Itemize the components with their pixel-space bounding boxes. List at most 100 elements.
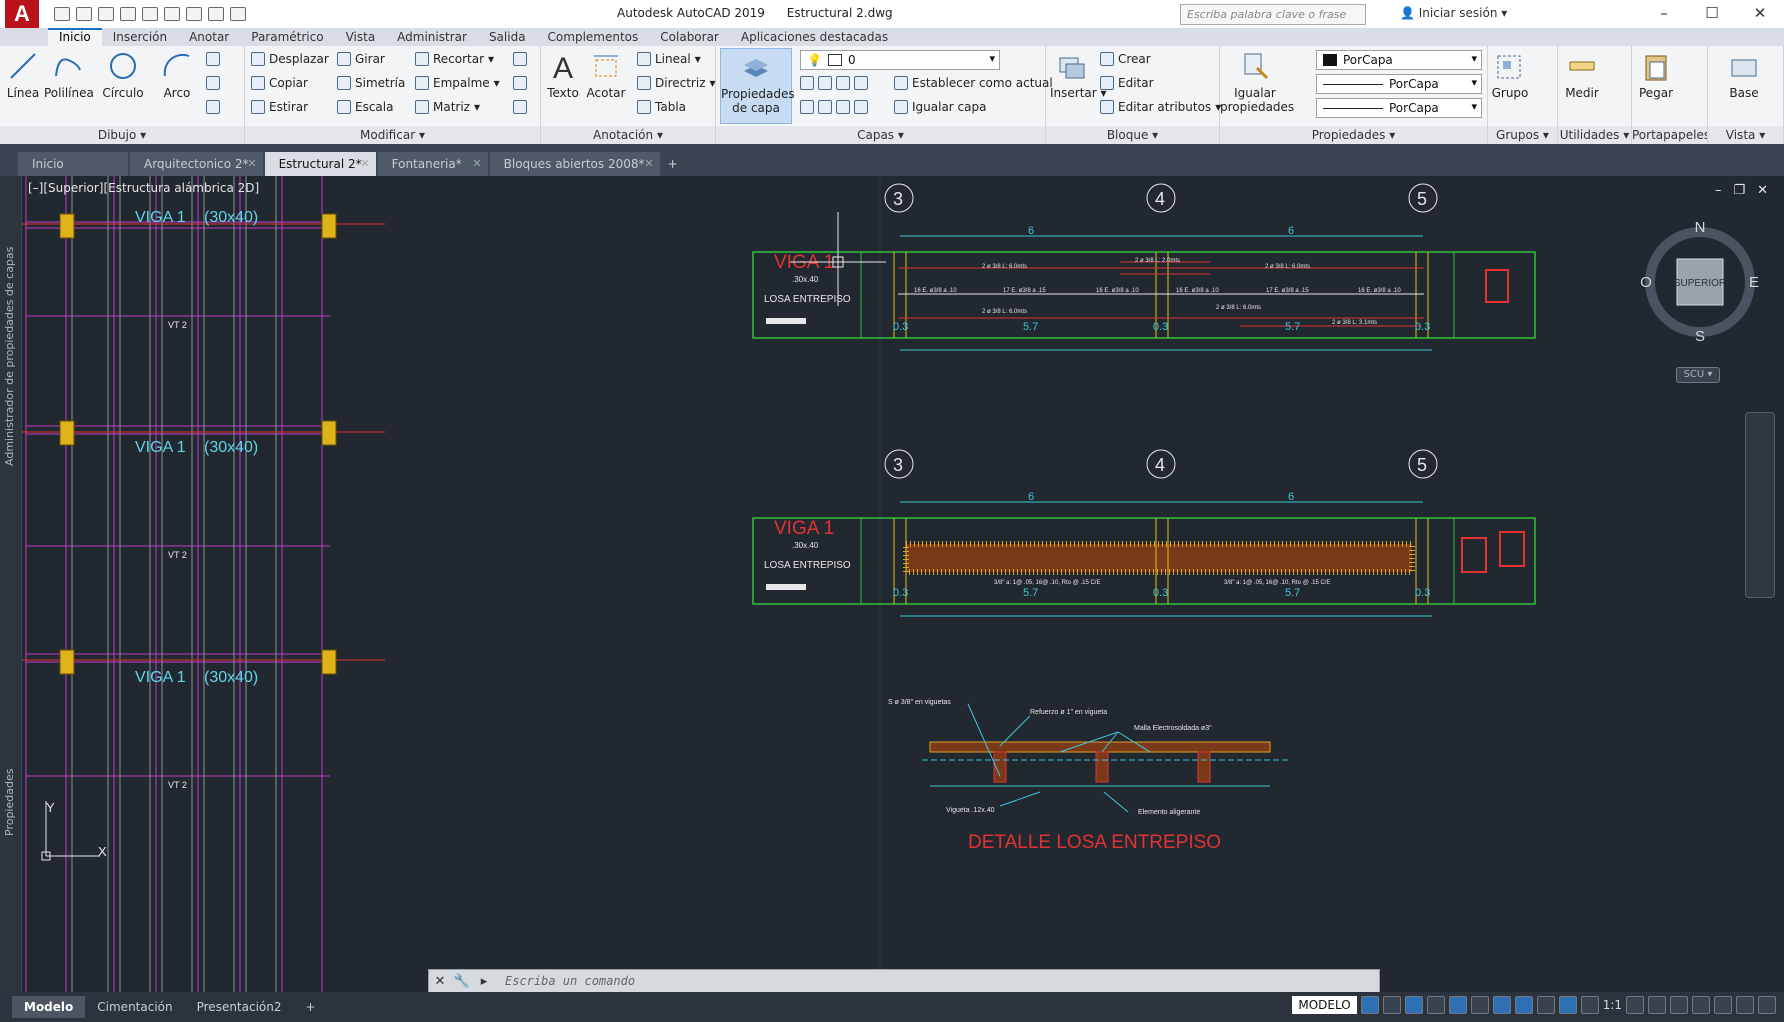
lineweight-icon[interactable] (1536, 996, 1555, 1014)
leader-button[interactable]: Directriz ▾ (637, 76, 716, 90)
close-tab-icon[interactable]: ✕ (247, 152, 256, 176)
create-block-button[interactable]: Crear (1100, 52, 1151, 66)
file-tab-fontaneria[interactable]: Fontaneria* ✕ (377, 152, 488, 176)
fillet-button[interactable]: Empalme ▾ (415, 76, 500, 90)
move-button[interactable]: Desplazar (251, 52, 329, 66)
close-tab-icon[interactable]: ✕ (360, 152, 369, 176)
polyline-button[interactable]: Polilínea (44, 50, 94, 100)
viewport-close-button[interactable]: ✕ (1757, 183, 1768, 198)
grid-icon[interactable] (1360, 996, 1379, 1014)
scale-button[interactable]: Escala (337, 100, 393, 114)
layer-properties-button[interactable]: Propiedades de capa (720, 48, 795, 124)
autocad-logo-icon[interactable]: A (5, 0, 39, 28)
ellipse-button[interactable] (206, 76, 220, 90)
close-command-line-icon[interactable]: ✕ (429, 974, 451, 989)
new-tab-button[interactable]: + (661, 152, 688, 176)
group-button[interactable]: Grupo (1490, 50, 1530, 100)
navigation-bar[interactable] (1745, 412, 1775, 598)
compass-west[interactable]: O (1640, 274, 1652, 291)
open-file-icon[interactable] (76, 7, 92, 21)
plot-icon[interactable] (186, 7, 202, 21)
viewport-restore-button[interactable]: ❐ (1733, 183, 1745, 198)
text-button[interactable]: A Texto (545, 50, 581, 100)
arc-button[interactable]: Arco (158, 50, 196, 100)
table-button[interactable]: Tabla (637, 100, 686, 114)
layer-tools-row1[interactable] (800, 76, 868, 90)
clean-screen-icon[interactable] (1736, 996, 1754, 1014)
base-view-button[interactable]: Base (1724, 50, 1764, 100)
layer-tools-row2[interactable] (800, 100, 868, 114)
save-icon[interactable] (98, 7, 114, 21)
polar-tracking-icon[interactable] (1448, 996, 1467, 1014)
sign-in-button[interactable]: 👤 Iniciar sesión ▾ (1400, 6, 1507, 20)
ortho-icon[interactable] (1426, 996, 1445, 1014)
layout-tab-cimentacion[interactable]: Cimentación (85, 996, 184, 1018)
tab-vista[interactable]: Vista (335, 28, 387, 46)
command-line[interactable]: ✕ 🔧 ▸ Escriba un comando (428, 969, 1380, 993)
tab-anotar[interactable]: Anotar (178, 28, 240, 46)
set-current-button[interactable]: Establecer como actual (894, 76, 1053, 90)
file-tab-arquitectonico[interactable]: Arquitectonico 2* ✕ (130, 152, 263, 176)
panel-title-capas[interactable]: Capas ▾ (716, 126, 1045, 144)
workspace-gear-icon[interactable] (1626, 996, 1644, 1014)
rotate-button[interactable]: Girar (337, 52, 385, 66)
panel-title-anotacion[interactable]: Anotación ▾ (541, 126, 715, 144)
add-layout-button[interactable]: + (294, 996, 328, 1018)
object-snap-icon[interactable] (1514, 996, 1533, 1014)
hardware-acceleration-icon[interactable] (1692, 996, 1710, 1014)
panel-title-utilidades[interactable]: Utilidades ▾ (1558, 126, 1631, 144)
infer-constraints-icon[interactable] (1404, 996, 1423, 1014)
customize-menu-icon[interactable] (1758, 996, 1776, 1014)
viewport-minimize-button[interactable]: – (1715, 183, 1722, 198)
close-tab-icon[interactable]: ✕ (472, 152, 481, 176)
new-file-icon[interactable] (54, 7, 70, 21)
viewcube[interactable]: SUPERIOR N S E O (1638, 220, 1762, 344)
annotation-scale[interactable]: 1:1 (1603, 998, 1622, 1012)
panel-title-grupos[interactable]: Grupos ▾ (1488, 126, 1557, 144)
close-button[interactable]: ✕ (1736, 0, 1784, 28)
annotation-monitor-icon[interactable] (1648, 996, 1666, 1014)
isolate-objects-icon[interactable] (1714, 996, 1732, 1014)
compass-east[interactable]: E (1749, 274, 1759, 291)
search-input[interactable]: Escriba palabra clave o frase (1180, 4, 1366, 25)
viewport-label[interactable]: [–][Superior][Estructura alámbrica 2D] (28, 181, 259, 195)
isometric-icon[interactable] (1470, 996, 1489, 1014)
layer-properties-palette-tab[interactable]: Administrador de propiedades de capas (3, 246, 16, 466)
dimension-button[interactable]: Acotar (585, 50, 627, 100)
mirror-button[interactable]: Simetría (337, 76, 405, 90)
file-tab-estructural[interactable]: Estructural 2* ✕ (264, 152, 376, 176)
drawing-canvas[interactable]: VIGA 1 (30x40) VIGA 1 (30x40) VIGA 1 (30… (0, 176, 1784, 992)
stretch-button[interactable]: Estirar (251, 100, 308, 114)
tab-parametrico[interactable]: Paramétrico (240, 28, 334, 46)
auto-scale-icon[interactable] (1580, 996, 1599, 1014)
match-layer-button[interactable]: Igualar capa (894, 100, 986, 114)
tab-aplicaciones[interactable]: Aplicaciones destacadas (730, 28, 899, 46)
panel-title-bloque[interactable]: Bloque ▾ (1046, 126, 1219, 144)
panel-title-modificar[interactable]: Modificar ▾ (245, 126, 540, 144)
file-tab-bloques[interactable]: Bloques abiertos 2008* ✕ (489, 152, 660, 176)
compass-south[interactable]: S (1695, 328, 1705, 344)
linear-dim-button[interactable]: Lineal ▾ (637, 52, 701, 66)
open-web-icon[interactable] (142, 7, 158, 21)
compass-north[interactable]: N (1695, 220, 1706, 236)
linetype-dropdown[interactable]: PorCapa (1316, 74, 1482, 94)
lineweight-dropdown[interactable]: PorCapa (1316, 98, 1482, 118)
customize-icon[interactable]: 🔧 (451, 974, 473, 989)
application-menu-button[interactable]: A (0, 0, 44, 28)
circle-button[interactable]: Círculo (100, 50, 146, 100)
panel-title-vista[interactable]: Vista ▾ (1708, 126, 1783, 144)
object-snap-tracking-icon[interactable] (1492, 996, 1511, 1014)
layer-dropdown[interactable]: 💡 0 (800, 50, 1000, 70)
viewcube-face-label[interactable]: SUPERIOR (1674, 278, 1726, 289)
tab-colaborar[interactable]: Colaborar (649, 28, 730, 46)
ucs-menu-button[interactable]: SCU ▾ (1676, 367, 1720, 383)
edit-block-button[interactable]: Editar (1100, 76, 1154, 90)
snap-icon[interactable] (1382, 996, 1401, 1014)
array-button[interactable]: Matriz ▾ (415, 100, 480, 114)
tab-inicio[interactable]: Inicio (48, 28, 102, 46)
tab-administrar[interactable]: Administrar (386, 28, 478, 46)
copy-button[interactable]: Copiar (251, 76, 308, 90)
measure-button[interactable]: Medir (1562, 50, 1602, 100)
command-input[interactable]: Escriba un comando (505, 974, 635, 988)
offset-button[interactable] (513, 100, 527, 114)
